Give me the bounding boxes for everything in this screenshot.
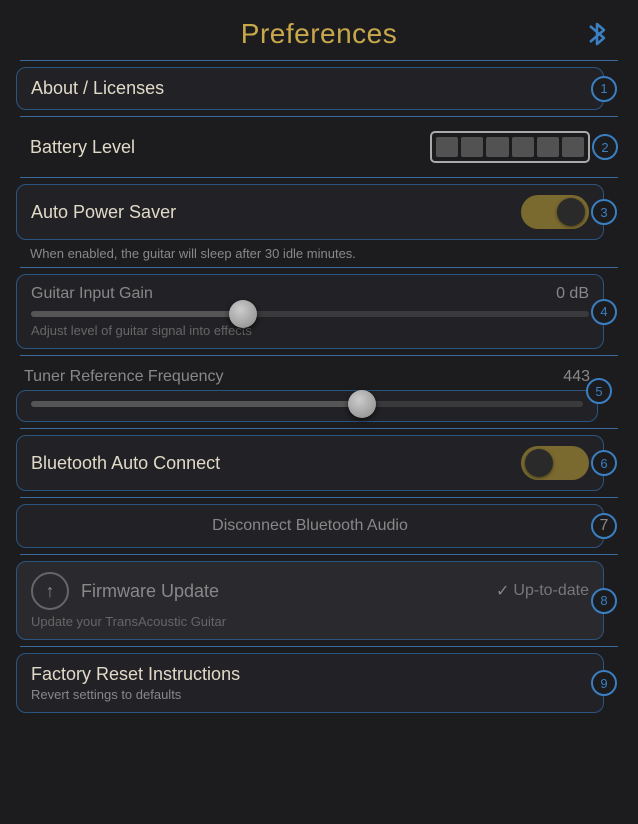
bluetooth-auto-row[interactable]: Bluetooth Auto Connect 6 [16, 435, 604, 491]
firmware-label: Firmware Update [81, 581, 484, 602]
factory-badge: 9 [591, 670, 617, 696]
header-divider [20, 60, 618, 61]
preferences-page: Preferences About / Licenses 1 Battery L… [0, 0, 638, 824]
battery-badge: 2 [592, 134, 618, 160]
tuner-track[interactable] [31, 401, 583, 407]
header: Preferences [10, 0, 628, 56]
auto-power-badge: 3 [591, 199, 617, 225]
factory-hint: Revert settings to defaults [31, 687, 589, 702]
firmware-status-text: Up-to-date [513, 582, 589, 600]
divider-8 [20, 646, 618, 647]
divider-3 [20, 267, 618, 268]
firmware-section: ↑ Firmware Update ✓ Up-to-date Update yo… [16, 561, 604, 640]
battery-seg-3 [486, 137, 508, 157]
firmware-hint: Update your TransAcoustic Guitar [31, 614, 589, 629]
auto-power-knob [557, 198, 585, 226]
bluetooth-icon [586, 20, 608, 54]
divider-6 [20, 497, 618, 498]
disconnect-bluetooth-row[interactable]: Disconnect Bluetooth Audio 7 [16, 504, 604, 548]
disconnect-badge: 7 [591, 513, 617, 539]
tuner-value: 443 [563, 368, 590, 386]
tuner-thumb[interactable] [348, 390, 376, 418]
about-licenses-row[interactable]: About / Licenses 1 [16, 67, 604, 110]
guitar-gain-header: Guitar Input Gain 0 dB [31, 285, 589, 303]
guitar-gain-label: Guitar Input Gain [31, 285, 153, 303]
guitar-gain-badge: 4 [591, 299, 617, 325]
guitar-gain-track[interactable] [31, 311, 589, 317]
auto-power-toggle[interactable] [521, 195, 589, 229]
bluetooth-auto-toggle[interactable] [521, 446, 589, 480]
divider-2 [20, 177, 618, 178]
guitar-gain-hint: Adjust level of guitar signal into effec… [31, 323, 589, 338]
tuner-label: Tuner Reference Frequency [24, 368, 224, 386]
divider-5 [20, 428, 618, 429]
checkmark-icon: ✓ [496, 581, 509, 601]
battery-seg-2 [461, 137, 483, 157]
battery-seg-5 [537, 137, 559, 157]
tuner-fill [31, 401, 362, 407]
divider-1 [20, 116, 618, 117]
divider-7 [20, 554, 618, 555]
battery-bar [430, 131, 590, 163]
auto-power-hint: When enabled, the guitar will sleep afte… [30, 246, 608, 261]
firmware-upload-icon: ↑ [31, 572, 69, 610]
battery-seg-1 [436, 137, 458, 157]
battery-seg-4 [512, 137, 534, 157]
guitar-gain-section: Guitar Input Gain 0 dB Adjust level of g… [16, 274, 604, 349]
battery-label: Battery Level [30, 137, 135, 158]
guitar-gain-fill [31, 311, 243, 317]
guitar-gain-thumb[interactable] [229, 300, 257, 328]
auto-power-label: Auto Power Saver [31, 202, 176, 223]
firmware-status: ✓ Up-to-date [496, 581, 589, 601]
battery-level-row: Battery Level 2 [16, 123, 604, 171]
page-title: Preferences [241, 18, 397, 50]
factory-reset-section[interactable]: Factory Reset Instructions Revert settin… [16, 653, 604, 713]
auto-power-row[interactable]: Auto Power Saver 3 [16, 184, 604, 240]
firmware-badge: 8 [591, 588, 617, 614]
bluetooth-auto-knob [525, 449, 553, 477]
bluetooth-auto-label: Bluetooth Auto Connect [31, 453, 220, 474]
about-badge: 1 [591, 76, 617, 102]
firmware-row: ↑ Firmware Update ✓ Up-to-date [31, 572, 589, 610]
guitar-gain-value: 0 dB [556, 285, 589, 303]
disconnect-label: Disconnect Bluetooth Audio [212, 517, 408, 534]
bluetooth-auto-badge: 6 [591, 450, 617, 476]
battery-display [430, 131, 590, 163]
battery-seg-6 [562, 137, 584, 157]
about-label: About / Licenses [31, 78, 164, 99]
factory-title: Factory Reset Instructions [31, 664, 589, 685]
tuner-slider-container [16, 390, 598, 422]
tuner-badge: 5 [586, 378, 612, 404]
divider-4 [20, 355, 618, 356]
